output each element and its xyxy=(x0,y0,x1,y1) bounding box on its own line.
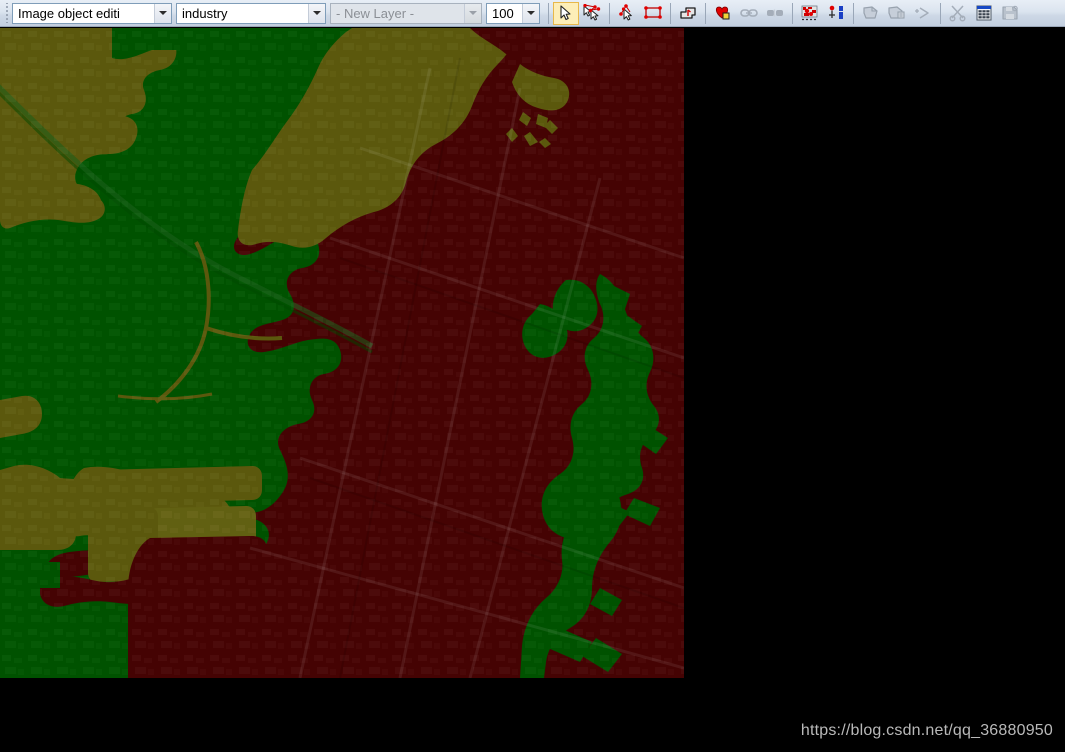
toolbar-separator xyxy=(853,2,854,24)
rectangle-nodes-icon xyxy=(643,4,663,22)
image-object-editing-toolbar: Image object editi industry - New Layer … xyxy=(0,0,1065,27)
classify-object-tool[interactable] xyxy=(675,2,701,25)
zoom-value: 100 xyxy=(492,5,514,21)
redo-arrow-icon xyxy=(913,4,933,22)
toolbar-separator xyxy=(792,2,793,24)
chain-broken-icon xyxy=(765,4,785,22)
copy-object[interactable] xyxy=(858,2,884,25)
link-objects[interactable] xyxy=(736,2,762,25)
edit-mode-value: Image object editi xyxy=(18,5,120,21)
toolbar-separator xyxy=(705,2,706,24)
heart-tag-icon xyxy=(713,4,733,22)
thematic-selection-icon xyxy=(800,4,820,22)
edit-mode-dropdown[interactable]: Image object editi xyxy=(12,2,172,24)
shape-paste-icon xyxy=(887,4,907,22)
toolbar-drag-handle[interactable] xyxy=(3,2,10,24)
class-value: industry xyxy=(182,5,228,21)
paste-object[interactable] xyxy=(884,2,910,25)
shape-copy-icon xyxy=(861,4,881,22)
chain-link-icon xyxy=(739,4,759,22)
layer-value: - New Layer - xyxy=(336,5,415,21)
sample-points-bars-icon xyxy=(826,4,846,22)
toolbar-separator xyxy=(670,2,671,24)
cursor-polygon-merge-icon xyxy=(582,4,602,22)
chevron-down-icon[interactable] xyxy=(308,3,325,23)
zoom-dropdown[interactable]: 100 xyxy=(486,2,540,24)
select-thematic-objects[interactable] xyxy=(797,2,823,25)
draw-rectangle-tool[interactable] xyxy=(640,2,666,25)
chevron-down-icon[interactable] xyxy=(154,3,171,23)
toolbar-separator xyxy=(940,2,941,24)
save-floppy-icon xyxy=(1000,4,1020,22)
application-window: Image object editi industry - New Layer … xyxy=(0,0,1065,752)
scissors-icon xyxy=(948,4,968,22)
watermark-url: https://blog.csdn.net/qq_36880950 xyxy=(800,722,1053,739)
image-viewport[interactable]: https://blog.csdn.net/qq_36880950 xyxy=(0,28,1065,752)
cursor-polygon-cut-icon xyxy=(618,4,636,22)
classification-overlay xyxy=(0,28,684,678)
manual-classification[interactable] xyxy=(710,2,736,25)
classified-raster-image[interactable] xyxy=(0,28,684,678)
chevron-down-icon[interactable] xyxy=(522,3,539,23)
layer-dropdown[interactable]: - New Layer - xyxy=(330,2,482,24)
unlink-objects[interactable] xyxy=(762,2,788,25)
select-object-tool[interactable] xyxy=(553,1,579,25)
cut-object-manually[interactable] xyxy=(614,2,640,25)
cut-tool[interactable] xyxy=(945,2,971,25)
class-dropdown[interactable]: industry xyxy=(176,2,326,24)
cursor-arrow-icon xyxy=(557,4,575,22)
sample-editor[interactable] xyxy=(823,2,849,25)
chevron-down-icon[interactable] xyxy=(464,3,481,23)
save-changes[interactable] xyxy=(997,2,1023,25)
hand-paint-icon xyxy=(678,4,698,22)
table-grid-icon xyxy=(974,4,994,22)
merge-objects-manually[interactable] xyxy=(579,2,605,25)
toolbar-separator xyxy=(609,2,610,24)
show-table[interactable] xyxy=(971,2,997,25)
toolbar-separator xyxy=(548,2,549,24)
redo-shape[interactable] xyxy=(910,2,936,25)
